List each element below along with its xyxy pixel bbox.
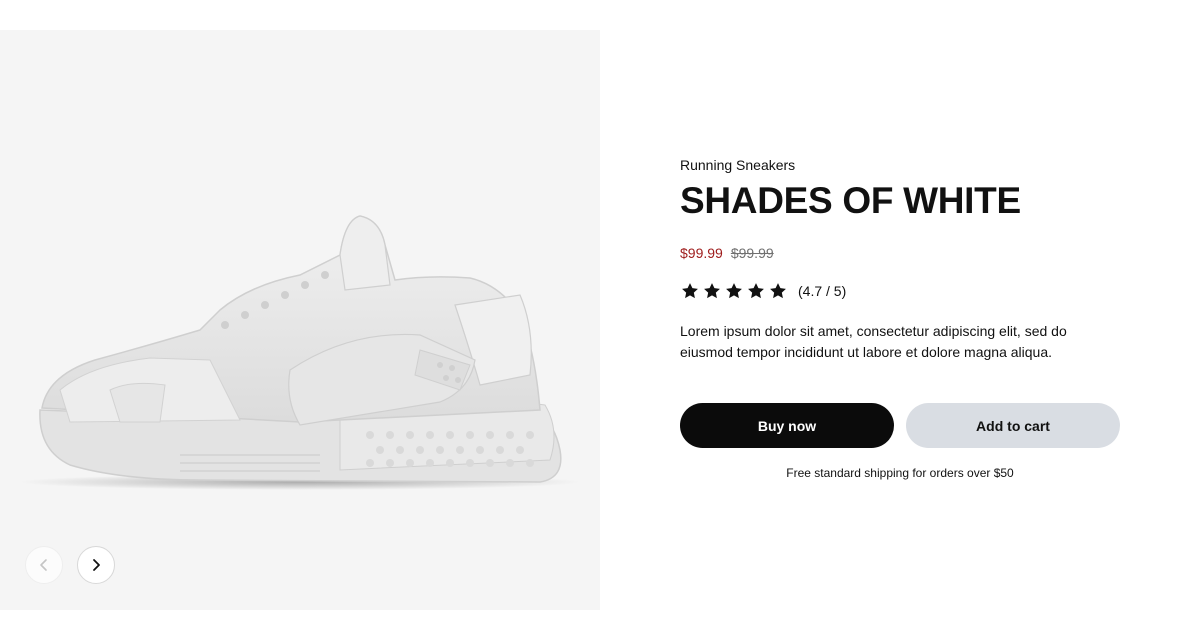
shipping-note: Free standard shipping for orders over $… [786, 466, 1014, 480]
buy-now-button[interactable]: Buy now [680, 403, 894, 448]
add-to-cart-button[interactable]: Add to cart [906, 403, 1120, 448]
product-details: Running Sneakers SHADES OF WHITE $99.99 … [680, 155, 1120, 492]
chevron-left-icon [40, 559, 47, 571]
product-gallery [0, 30, 600, 610]
product-category: Running Sneakers [680, 157, 796, 173]
star-icon [726, 283, 742, 299]
star-icon [770, 283, 786, 299]
rating-stars [680, 281, 788, 301]
purchase-actions: Buy now Add to cart [680, 403, 1120, 448]
star-icon [748, 283, 764, 299]
rating-row: (4.7 / 5) [680, 281, 1120, 301]
product-title: SHADES OF WHITE [680, 180, 1021, 221]
price-row: $99.99 $99.99 [680, 245, 1120, 261]
product-image [20, 215, 580, 490]
next-image-button[interactable] [77, 546, 115, 584]
previous-image-button[interactable] [25, 546, 63, 584]
sale-price: $99.99 [680, 245, 723, 261]
star-icon [704, 283, 720, 299]
product-description: Lorem ipsum dolor sit amet, consectetur … [680, 323, 1067, 360]
chevron-right-icon [93, 559, 100, 571]
star-icon [682, 283, 698, 299]
rating-score: (4.7 / 5) [798, 283, 847, 299]
original-price: $99.99 [730, 245, 774, 261]
